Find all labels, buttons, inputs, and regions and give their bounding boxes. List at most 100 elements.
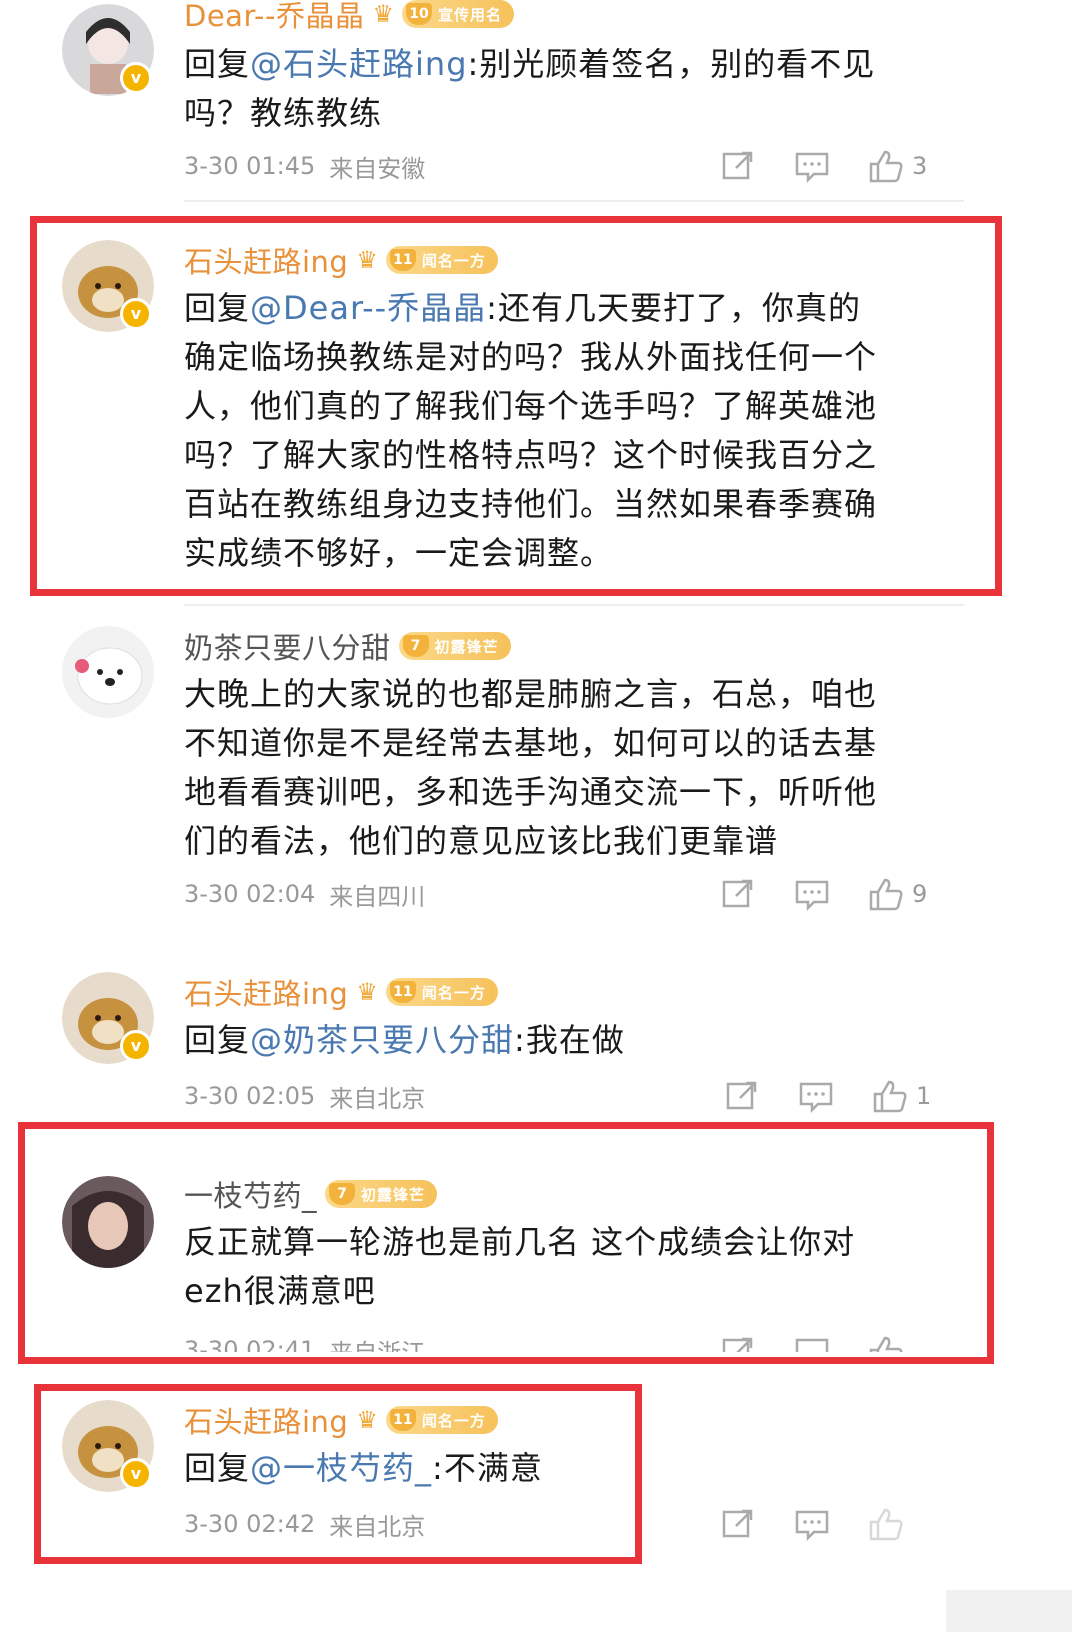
fan-badge[interactable]: 11 闻名一方 xyxy=(385,978,498,1006)
share-icon[interactable] xyxy=(718,1334,758,1352)
comment-icon[interactable] xyxy=(796,1078,836,1114)
fan-level: 11 xyxy=(389,249,416,271)
share-icon[interactable] xyxy=(718,876,758,912)
share-icon[interactable] xyxy=(718,148,758,184)
text-line: 反正就算一轮游也是前几名 这个成绩会让你对 xyxy=(184,1223,856,1261)
mention-link[interactable]: @石头赶路ing xyxy=(250,45,468,83)
divider xyxy=(184,604,964,606)
reply-prefix: 回复 xyxy=(184,1021,251,1059)
location: 来自北京 xyxy=(329,1084,426,1113)
username[interactable]: 奶茶只要八分甜 xyxy=(184,625,391,667)
avatar[interactable]: v xyxy=(62,1400,154,1492)
reply-prefix: 回复 xyxy=(184,289,251,327)
like-icon[interactable] xyxy=(870,1078,910,1114)
text-line: 确定临场换教练是对的吗？我从外面找任何一个 xyxy=(184,338,878,376)
text-line: 不知道你是不是经常去基地，如何可以的话去基 xyxy=(184,724,878,762)
comment-text: 回复@一枝芍药_:不满意 xyxy=(184,1444,924,1493)
comment-meta: 3-30 02:42 来自北京 xyxy=(184,1506,425,1542)
like-count: 9 xyxy=(912,880,928,908)
text-line: :不满意 xyxy=(432,1449,543,1487)
username[interactable]: 石头赶路ing xyxy=(184,239,348,281)
username[interactable]: 一枝芍药_ xyxy=(184,1173,317,1215)
comment-text: 回复@Dear--乔晶晶:还有几天要打了，你真的确定临场换教练是对的吗？我从外面… xyxy=(184,284,924,578)
location: 来自安徽 xyxy=(329,154,426,183)
like-icon[interactable] xyxy=(866,1334,906,1352)
like-icon[interactable] xyxy=(866,1506,906,1542)
fan-level: 7 xyxy=(402,635,429,657)
fan-badge[interactable]: 11 闻名一方 xyxy=(385,1406,498,1434)
mention-link[interactable]: @一枝芍药_ xyxy=(250,1449,432,1487)
comment-text: 回复@奶茶只要八分甜:我在做 xyxy=(184,1016,924,1065)
comment-icon[interactable] xyxy=(792,1334,832,1352)
verified-badge-icon: v xyxy=(120,298,152,330)
fan-badge[interactable]: 7 初露锋芒 xyxy=(398,632,511,660)
avatar[interactable] xyxy=(62,1176,154,1268)
timestamp: 3-30 02:05 xyxy=(184,1082,316,1110)
crown-icon: ♛ xyxy=(372,0,394,28)
timestamp: 3-30 02:41 xyxy=(184,1336,316,1352)
reply-prefix: 回复 xyxy=(184,45,251,83)
fan-badge-text: 宣传用名 xyxy=(437,5,502,24)
timestamp: 3-30 02:04 xyxy=(184,880,316,908)
comment-icon[interactable] xyxy=(792,876,832,912)
fan-level: 7 xyxy=(329,1183,356,1205)
like-icon[interactable] xyxy=(866,148,906,184)
comment-icon[interactable] xyxy=(792,148,832,184)
username[interactable]: 石头赶路ing xyxy=(184,971,348,1013)
comment-icon[interactable] xyxy=(792,1506,832,1542)
like-count: 3 xyxy=(912,152,928,180)
mention-link[interactable]: @奶茶只要八分甜 xyxy=(250,1021,514,1059)
username[interactable]: Dear--乔晶晶 xyxy=(184,0,364,35)
woman-photo-avatar xyxy=(62,1176,154,1268)
location: 来自四川 xyxy=(329,882,426,911)
text-line: :还有几天要打了，你真的 xyxy=(486,289,861,327)
text-line: ezh很满意吧 xyxy=(184,1272,376,1310)
text-line: 吗？了解大家的性格特点吗？这个时候我百分之 xyxy=(184,436,878,474)
timestamp: 3-30 01:45 xyxy=(184,152,316,180)
fan-level: 10 xyxy=(405,3,432,25)
text-line: 大晚上的大家说的也都是肺腑之言，石总，咱也 xyxy=(184,675,878,713)
crown-icon: ♛ xyxy=(356,1406,378,1434)
location: 来自北京 xyxy=(329,1512,426,1541)
username[interactable]: 石头赶路ing xyxy=(184,1399,348,1441)
fan-level: 11 xyxy=(389,1409,416,1431)
avatar[interactable] xyxy=(62,626,154,718)
fan-badge-text: 闻名一方 xyxy=(421,1411,486,1430)
fan-badge-text: 初露锋芒 xyxy=(434,637,499,656)
corner-patch xyxy=(946,1590,1072,1632)
text-line: 人，他们真的了解我们每个选手吗？了解英雄池 xyxy=(184,387,878,425)
comment-text: 大晚上的大家说的也都是肺腑之言，石总，咱也 不知道你是不是经常去基地，如何可以的话… xyxy=(184,670,924,866)
fan-badge[interactable]: 11 闻名一方 xyxy=(385,246,498,274)
crown-icon: ♛ xyxy=(356,246,378,274)
comment-text: 回复@石头赶路ing:别光顾着签名，别的看不见 吗？教练教练 xyxy=(184,40,924,138)
text-line: 吗？教练教练 xyxy=(184,94,383,132)
white-dog-avatar xyxy=(62,626,154,718)
share-icon[interactable] xyxy=(722,1078,762,1114)
text-line: 百站在教练组身边支持他们。当然如果春季赛确 xyxy=(184,485,878,523)
mention-link[interactable]: @Dear--乔晶晶 xyxy=(250,289,486,327)
divider xyxy=(184,200,964,202)
fan-badge-text: 闻名一方 xyxy=(421,251,486,270)
comment-meta: 3-30 02:04 来自四川 xyxy=(184,876,425,912)
comment-text: 反正就算一轮游也是前几名 这个成绩会让你对 ezh很满意吧 xyxy=(184,1218,924,1316)
share-icon[interactable] xyxy=(718,1506,758,1542)
fan-badge[interactable]: 7 初露锋芒 xyxy=(325,1180,438,1208)
reply-prefix: 回复 xyxy=(184,1449,251,1487)
fan-badge[interactable]: 10 宣传用名 xyxy=(401,0,514,28)
like-icon[interactable] xyxy=(866,876,906,912)
text-line: :我在做 xyxy=(514,1021,625,1059)
like-count: 1 xyxy=(916,1082,932,1110)
verified-badge-icon: v xyxy=(120,1458,152,1490)
crown-icon: ♛ xyxy=(356,978,378,1006)
timestamp: 3-30 02:42 xyxy=(184,1510,316,1538)
avatar[interactable]: v xyxy=(62,240,154,332)
fan-badge-text: 闻名一方 xyxy=(421,983,486,1002)
text-line: 实成绩不够好，一定会调整。 xyxy=(184,534,614,572)
avatar[interactable]: v xyxy=(62,972,154,1064)
fan-badge-text: 初露锋芒 xyxy=(361,1185,426,1204)
verified-badge-icon: v xyxy=(120,1030,152,1062)
comment-meta: 3-30 01:45 来自安徽 xyxy=(184,148,425,184)
fan-level: 11 xyxy=(389,981,416,1003)
avatar[interactable]: v xyxy=(62,4,154,96)
comment-meta: 3-30 02:05 来自北京 xyxy=(184,1078,425,1114)
